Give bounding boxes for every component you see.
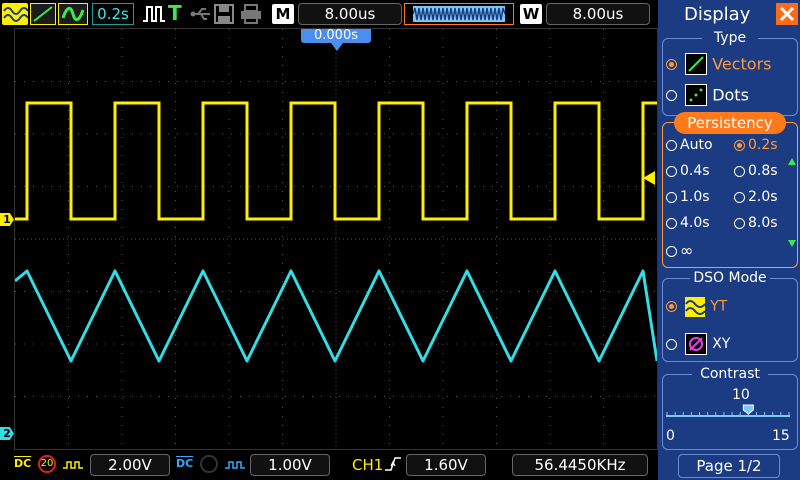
trigger-level[interactable]: 1.60V <box>406 454 486 476</box>
window-timebase-label: W <box>520 4 542 24</box>
page-button[interactable]: Page 1/2 <box>678 454 780 478</box>
memory-position-bar[interactable] <box>404 3 514 25</box>
run-stop-icon[interactable] <box>142 5 166 27</box>
ch1-scale[interactable]: 2.00V <box>90 454 170 476</box>
ch1-marker[interactable]: 1 <box>0 213 14 226</box>
vectors-label: Vectors <box>712 54 772 74</box>
trigger-position-marker[interactable] <box>331 43 343 51</box>
yt-radio[interactable] <box>666 301 677 312</box>
persistence-icon[interactable] <box>58 3 88 25</box>
ch1-bw-limit[interactable]: 20 <box>38 455 56 473</box>
scroll-up-icon[interactable] <box>788 158 796 165</box>
xy-radio[interactable] <box>666 338 677 350</box>
dso-option-xy[interactable]: XY <box>666 333 730 355</box>
dots-radio[interactable] <box>666 89 677 101</box>
ch1-coupling[interactable]: DC <box>14 457 31 470</box>
ch2-wave-icon <box>224 457 246 476</box>
trigger-position-readout: 0.000s <box>301 29 371 43</box>
contrast-max: 15 <box>772 428 790 444</box>
contrast-min: 0 <box>666 428 675 444</box>
dso-option-yt[interactable]: YT <box>666 296 727 317</box>
persist-option-auto[interactable]: Auto <box>666 137 713 153</box>
waveform-screen[interactable]: 0.000s <box>14 28 658 450</box>
close-icon[interactable] <box>776 3 798 25</box>
yt-icon <box>685 296 706 317</box>
vectors-icon[interactable] <box>30 3 56 25</box>
persist-option-1-0s[interactable]: 1.0s <box>666 189 710 205</box>
trigger-source[interactable]: CH1 <box>352 456 383 474</box>
ch2-bw-limit-icon[interactable] <box>200 455 218 473</box>
yt-label: YT <box>710 298 728 315</box>
usb-icon <box>190 6 212 25</box>
persistency-label: Persistency <box>674 112 786 134</box>
ch1-wave-icon <box>62 457 84 476</box>
contrast-label: Contrast <box>692 366 768 382</box>
type-option-vectors[interactable]: Vectors <box>666 53 772 75</box>
persist-option-0-2s[interactable]: 0.2s <box>734 137 778 153</box>
persist-option-infinite[interactable]: ∞ <box>666 241 693 260</box>
ch2-marker[interactable]: 2 <box>0 427 14 440</box>
frequency-readout: 56.4450KHz <box>512 454 648 476</box>
wave-display-icon[interactable] <box>2 3 29 25</box>
dots-label: Dots <box>712 85 749 105</box>
dso-mode-label: DSO Mode <box>690 270 770 286</box>
memory-window <box>412 6 506 22</box>
persist-option-0-8s[interactable]: 0.8s <box>734 163 778 179</box>
type-label: Type <box>702 30 758 46</box>
top-status-bar: 0.2s T M 8.00us W 8.00us <box>0 0 658 28</box>
display-menu-panel: Display Type Vectors Dots Persistency Au… <box>658 0 800 480</box>
trigger-level-marker[interactable] <box>643 171 655 185</box>
contrast-knob <box>742 404 754 415</box>
persist-option-0-4s[interactable]: 0.4s <box>666 163 710 179</box>
dots-icon <box>685 84 708 106</box>
bottom-status-bar: DC 20 2.00V DC 1.00V CH1 1.60V 56.4450KH… <box>0 450 658 480</box>
persist-option-2-0s[interactable]: 2.0s <box>734 189 778 205</box>
type-option-dots[interactable]: Dots <box>666 84 749 106</box>
xy-icon <box>685 333 708 355</box>
print-icon[interactable] <box>240 4 262 28</box>
persist-option-4-0s[interactable]: 4.0s <box>666 215 710 231</box>
xy-label: XY <box>712 336 731 352</box>
save-icon[interactable] <box>214 4 234 28</box>
rising-edge-icon <box>384 456 402 476</box>
main-timebase[interactable]: 8.00us <box>298 3 402 25</box>
ch2-triangle-wave <box>15 269 657 363</box>
contrast-slider[interactable] <box>666 404 790 420</box>
main-timebase-label: M <box>272 4 294 24</box>
panel-title: Display <box>684 4 751 25</box>
persist-option-8-0s[interactable]: 8.0s <box>734 215 778 231</box>
trigger-status: T <box>168 1 182 25</box>
vectors-icon <box>685 53 708 75</box>
ch2-scale[interactable]: 1.00V <box>250 454 330 476</box>
ch2-coupling[interactable]: DC <box>176 457 193 470</box>
ch1-square-wave <box>15 101 657 221</box>
window-timebase[interactable]: 8.00us <box>546 3 650 25</box>
persistence-time: 0.2s <box>92 3 134 25</box>
waveform-plot <box>15 29 657 449</box>
scroll-down-icon[interactable] <box>788 240 796 247</box>
contrast-value: 10 <box>732 387 750 403</box>
vectors-radio[interactable] <box>666 58 677 70</box>
